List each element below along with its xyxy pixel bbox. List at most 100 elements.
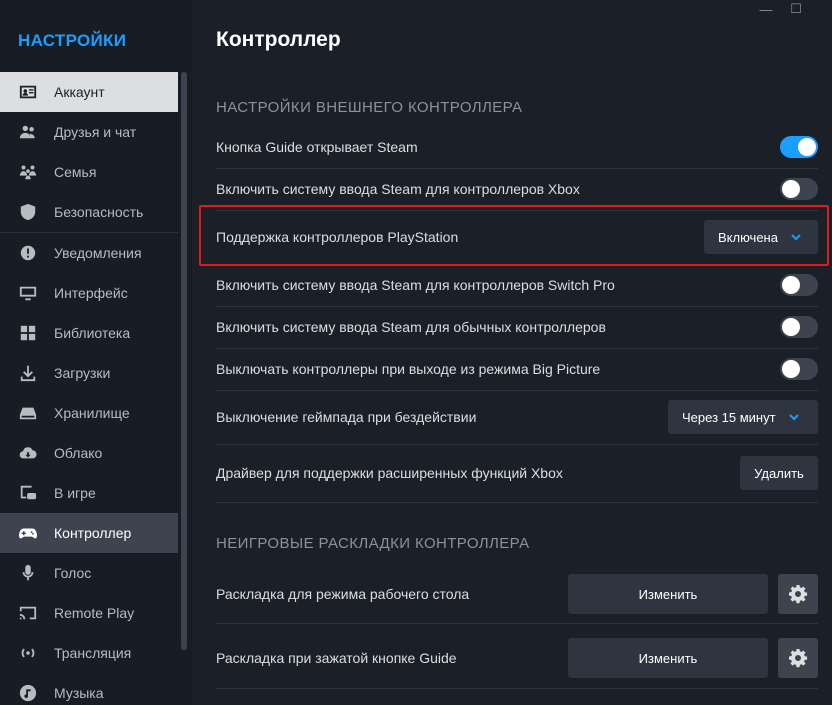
desktop-layout-actions: Изменить [568, 574, 818, 614]
sidebar-item-library[interactable]: Библиотека [0, 313, 178, 353]
sidebar-item-label: Хранилище [54, 405, 130, 421]
family-icon [18, 162, 38, 182]
section-heading-external-controller: Настройки внешнего контроллера [216, 99, 523, 116]
sidebar-item-account[interactable]: Аккаунт [0, 72, 178, 112]
sidebar-item-family[interactable]: Семья [0, 152, 178, 192]
guide-opens-steam-toggle[interactable] [780, 136, 818, 158]
divider [216, 444, 818, 445]
sidebar-item-label: Голос [54, 565, 92, 581]
section-heading-non-game-layouts: Неигровые раскладки контроллера [216, 535, 530, 552]
sidebar-item-downloads[interactable]: Загрузки [0, 353, 178, 393]
setting-row-guide-opens-steam: Кнопка Guide открывает Steam [216, 133, 818, 161]
generic-input-toggle[interactable] [780, 316, 818, 338]
sidebar-item-label: Безопасность [54, 204, 144, 220]
edit-guide-chord-layout-button[interactable]: Изменить [568, 638, 768, 678]
sidebar-item-label: В игре [54, 485, 96, 501]
desktop-layout-settings-button[interactable] [778, 574, 818, 614]
chevron-down-icon [788, 411, 800, 423]
setting-row-xbox-input: Включить систему ввода Steam для контрол… [216, 175, 818, 203]
sidebar-item-label: Друзья и чат [54, 124, 137, 140]
setting-row-idle-shutdown: Выключение геймпада при бездействии Чере… [216, 400, 818, 434]
setting-label: Включить систему ввода Steam для контрол… [216, 181, 580, 197]
sidebar-item-broadcast[interactable]: Трансляция [0, 633, 178, 673]
setting-row-big-picture-exit: Выключать контроллеры при выходе из режи… [216, 355, 818, 383]
monitor-icon [18, 283, 38, 303]
toggle-knob [782, 276, 800, 294]
sidebar-item-label: Уведомления [54, 245, 142, 261]
big-picture-exit-toggle[interactable] [780, 358, 818, 380]
in-game-icon [18, 483, 38, 503]
sidebar-nav: Аккаунт Друзья и чат Семья Безопасность … [0, 72, 178, 705]
setting-label: Кнопка Guide открывает Steam [216, 139, 418, 155]
divider [216, 688, 818, 689]
setting-row-switch-pro-input: Включить систему ввода Steam для контрол… [216, 271, 818, 299]
sidebar-item-label: Загрузки [54, 365, 111, 381]
divider [216, 623, 818, 624]
guide-chord-layout-settings-button[interactable] [778, 638, 818, 678]
setting-row-guide-chord-layout: Раскладка при зажатой кнопке Guide Измен… [216, 638, 818, 678]
setting-row-xbox-driver: Драйвер для поддержки расширенных функци… [216, 456, 818, 490]
microphone-icon [18, 563, 38, 583]
divider [216, 390, 818, 391]
shield-icon [18, 202, 38, 222]
sidebar-item-voice[interactable]: Голос [0, 553, 178, 593]
setting-label: Выключение геймпада при бездействии [216, 409, 477, 425]
toggle-knob [798, 138, 816, 156]
guide-chord-layout-actions: Изменить [568, 638, 818, 678]
setting-label: Драйвер для поддержки расширенных функци… [216, 465, 563, 481]
sidebar-item-storage[interactable]: Хранилище [0, 393, 178, 433]
divider [216, 348, 818, 349]
xbox-input-toggle[interactable] [780, 178, 818, 200]
setting-row-desktop-layout: Раскладка для режима рабочего стола Изме… [216, 574, 818, 614]
friends-icon [18, 122, 38, 142]
setting-label: Раскладка для режима рабочего стола [216, 586, 470, 602]
sidebar-item-interface[interactable]: Интерфейс [0, 273, 178, 313]
sidebar-item-label: Контроллер [54, 525, 132, 541]
sidebar-item-label: Аккаунт [54, 84, 105, 100]
download-icon [18, 363, 38, 383]
broadcast-icon [18, 643, 38, 663]
sidebar-item-notifications[interactable]: Уведомления [0, 233, 178, 273]
switch-pro-input-toggle[interactable] [780, 274, 818, 296]
toggle-knob [782, 180, 800, 198]
sidebar-item-remote-play[interactable]: Remote Play [0, 593, 178, 633]
setting-label: Включить систему ввода Steam для контрол… [216, 277, 615, 293]
sidebar-item-label: Трансляция [54, 645, 132, 661]
sidebar-item-label: Семья [54, 164, 97, 180]
sidebar-title: НАСТРОЙКИ [18, 31, 127, 50]
sidebar-item-controller[interactable]: Контроллер [0, 513, 178, 553]
gamepad-icon [18, 523, 38, 543]
setting-label: Выключать контроллеры при выходе из режи… [216, 361, 601, 377]
page-title: Контроллер [216, 28, 341, 51]
setting-label: Раскладка при зажатой кнопке Guide [216, 650, 457, 666]
divider [216, 168, 818, 169]
toggle-knob [782, 318, 800, 336]
setting-label: Включить систему ввода Steam для обычных… [216, 319, 606, 335]
cloud-icon [18, 443, 38, 463]
notification-icon [18, 243, 38, 263]
sidebar: НАСТРОЙКИ Аккаунт Друзья и чат Семья Без… [0, 0, 192, 705]
sidebar-item-friends[interactable]: Друзья и чат [0, 112, 178, 152]
edit-desktop-layout-button[interactable]: Изменить [568, 574, 768, 614]
main-panel: Контроллер Настройки внешнего контроллер… [192, 0, 832, 705]
remove-driver-button[interactable]: Удалить [740, 456, 818, 490]
sidebar-item-label: Remote Play [54, 605, 135, 621]
sidebar-scrollbar[interactable] [181, 72, 187, 650]
gear-icon [789, 585, 808, 604]
divider [216, 306, 818, 307]
dropdown-value: Через 15 минут [682, 409, 776, 425]
idle-shutdown-dropdown[interactable]: Через 15 минут [668, 400, 818, 434]
sidebar-item-security[interactable]: Безопасность [0, 192, 178, 232]
library-grid-icon [18, 323, 38, 343]
account-card-icon [18, 82, 38, 102]
setting-row-generic-input: Включить систему ввода Steam для обычных… [216, 313, 818, 341]
cast-icon [18, 603, 38, 623]
music-icon [18, 683, 38, 703]
toggle-knob [782, 360, 800, 378]
sidebar-item-label: Библиотека [54, 325, 131, 341]
storage-drive-icon [18, 403, 38, 423]
sidebar-item-label: Музыка [54, 685, 104, 701]
sidebar-item-cloud[interactable]: Облако [0, 433, 178, 473]
sidebar-item-music[interactable]: Музыка [0, 673, 178, 705]
sidebar-item-in-game[interactable]: В игре [0, 473, 178, 513]
